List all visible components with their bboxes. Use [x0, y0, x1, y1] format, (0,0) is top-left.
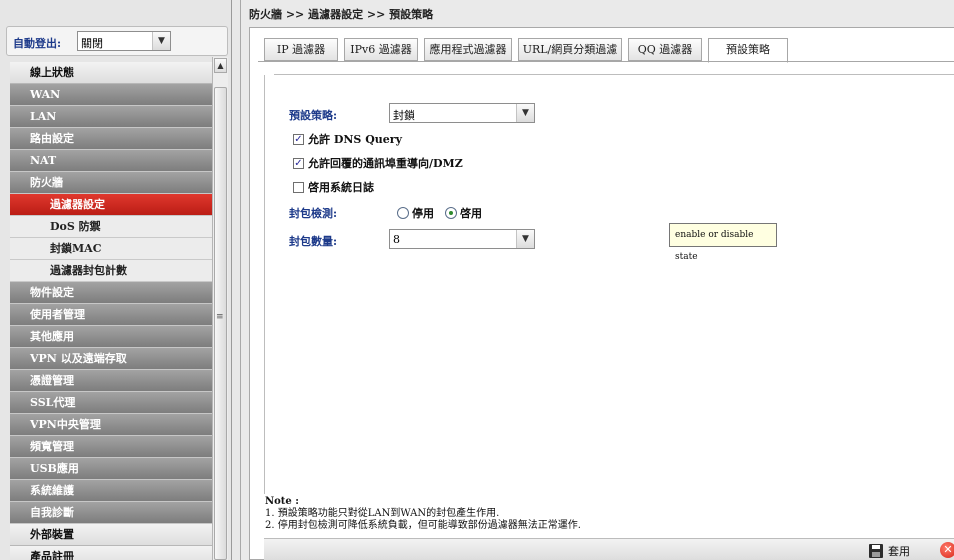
radio-disable-dot[interactable]: [397, 207, 409, 219]
syslog-checkbox[interactable]: [293, 181, 304, 193]
radio-enable-dot[interactable]: [445, 207, 457, 219]
sidebar-item-diagnostics[interactable]: 自我診斷: [10, 502, 212, 524]
tab-url-filter[interactable]: URL/網頁分類過濾: [518, 38, 622, 61]
packet-count-value: 8: [393, 233, 400, 246]
syslog-row[interactable]: 啓用系統日誌: [293, 179, 374, 195]
auto-logout-select[interactable]: 關閉 ▼: [77, 31, 171, 51]
tab-divider: [258, 61, 954, 62]
policy-value: 封鎖: [393, 109, 415, 122]
allow-redirect-row[interactable]: ✓ 允許回覆的通訊埠重導向/DMZ: [293, 155, 463, 171]
arrow-up-icon[interactable]: ▲: [214, 58, 227, 73]
notes: Note : 1. 預設策略功能只對從LAN到WAN的封包產生作用. 2. 停用…: [265, 496, 581, 532]
sidebar-item-dos-defense[interactable]: DoS 防禦: [10, 216, 212, 238]
auto-logout-value: 關閉: [81, 37, 103, 50]
sidebar-item-filter-setup[interactable]: 過濾器設定: [10, 194, 212, 216]
notes-line-2: 2. 停用封包檢測可降低系統負載，但可能導致部份過濾器無法正常運作.: [265, 520, 581, 531]
apply-button[interactable]: 套用: [869, 543, 910, 559]
policy-select[interactable]: 封鎖 ▼: [389, 103, 535, 123]
sidebar-item-firewall[interactable]: 防火牆: [10, 172, 212, 194]
auto-logout-bar: 自動登出: 關閉 ▼: [6, 26, 228, 56]
sidebar-scrollbar[interactable]: ▲ ≡: [212, 57, 228, 560]
breadcrumb: 防火牆 >> 過濾器設定 >> 預設策略: [249, 8, 434, 21]
auto-logout-label: 自動登出:: [13, 37, 62, 50]
chevron-down-icon[interactable]: ▼: [516, 230, 534, 248]
tab-ipv6-filter[interactable]: IPv6 過濾器: [344, 38, 418, 61]
footer-bar: 套用 ✕: [264, 538, 954, 560]
packet-count-select[interactable]: 8 ▼: [389, 229, 535, 249]
tab-default-policy[interactable]: 預設策略: [708, 38, 788, 63]
sidebar-menu: 線上狀態 WAN LAN 路由設定 NAT 防火牆 過濾器設定 DoS 防禦 封…: [10, 62, 212, 560]
tab-app-filter[interactable]: 應用程式過濾器: [424, 38, 512, 61]
sidebar-item-bandwidth[interactable]: 頻寬管理: [10, 436, 212, 458]
apply-label: 套用: [888, 545, 910, 558]
sidebar-item-objects[interactable]: 物件設定: [10, 282, 212, 304]
sidebar-item-wan[interactable]: WAN: [10, 84, 212, 106]
main-pane: 防火牆 >> 過濾器設定 >> 預設策略 IP 過濾器 IPv6 過濾器 應用程…: [240, 0, 954, 560]
sidebar-item-certificates[interactable]: 憑證管理: [10, 370, 212, 392]
content-panel: IP 過濾器 IPv6 過濾器 應用程式過濾器 URL/網頁分類過濾 QQ 過濾…: [249, 27, 954, 560]
allow-dns-label: 允許 DNS Query: [308, 133, 402, 146]
scrollbar-thumb[interactable]: [214, 87, 227, 560]
sidebar-item-ssl-proxy[interactable]: SSL代理: [10, 392, 212, 414]
notes-title: Note :: [265, 496, 299, 507]
sidebar-item-online-status[interactable]: 線上狀態: [10, 62, 212, 84]
sidebar-item-nat[interactable]: NAT: [10, 150, 212, 172]
sidebar-item-maintenance[interactable]: 系統維護: [10, 480, 212, 502]
scroll-grip-icon: ≡: [216, 312, 224, 322]
sidebar-item-vpn-central[interactable]: VPN中央管理: [10, 414, 212, 436]
allow-dns-row[interactable]: ✓ 允許 DNS Query: [293, 131, 402, 147]
sidebar-item-usb[interactable]: USB應用: [10, 458, 212, 480]
sidebar-item-filter-packet-count[interactable]: 過濾器封包計數: [10, 260, 212, 282]
radio-enable-label: 啓用: [460, 207, 482, 220]
chevron-down-icon[interactable]: ▼: [152, 32, 170, 50]
sidebar-item-user-management[interactable]: 使用者管理: [10, 304, 212, 326]
tab-ip-filter[interactable]: IP 過濾器: [264, 38, 338, 61]
sidebar-item-routing[interactable]: 路由設定: [10, 128, 212, 150]
policy-form: 預設策略: 封鎖 ▼ ✓ 允許 DNS Query ✓ 允許回覆的通訊埠重導向/…: [264, 74, 954, 494]
policy-label: 預設策略:: [289, 109, 338, 122]
tooltip: enable or disable state: [669, 223, 777, 262]
allow-redirect-label: 允許回覆的通訊埠重導向/DMZ: [308, 157, 463, 170]
sidebar: 自動登出: 關閉 ▼ 線上狀態 WAN LAN 路由設定 NAT 防火牆 過濾器…: [0, 0, 232, 560]
packet-count-label: 封包數量:: [289, 235, 338, 248]
radio-disable[interactable]: 停用: [397, 205, 434, 221]
packet-check-label: 封包檢測:: [289, 207, 338, 220]
sidebar-item-applications[interactable]: 其他應用: [10, 326, 212, 348]
sidebar-item-vpn-remote[interactable]: VPN 以及遠端存取: [10, 348, 212, 370]
notes-line-1: 1. 預設策略功能只對從LAN到WAN的封包產生作用.: [265, 508, 500, 519]
sidebar-item-product-registration[interactable]: 產品註冊: [10, 546, 212, 560]
sidebar-item-lan[interactable]: LAN: [10, 106, 212, 128]
sidebar-item-mac-block[interactable]: 封鎖MAC: [10, 238, 212, 260]
cancel-icon[interactable]: ✕: [940, 542, 954, 558]
radio-disable-label: 停用: [412, 207, 434, 220]
chevron-down-icon[interactable]: ▼: [516, 104, 534, 122]
allow-redirect-checkbox[interactable]: ✓: [293, 157, 304, 169]
allow-dns-checkbox[interactable]: ✓: [293, 133, 304, 145]
tab-qq-filter[interactable]: QQ 過濾器: [628, 38, 702, 61]
radio-enable[interactable]: 啓用: [445, 205, 482, 221]
syslog-label: 啓用系統日誌: [308, 181, 374, 194]
save-icon: [869, 544, 883, 558]
sidebar-item-external-devices[interactable]: 外部裝置: [10, 524, 212, 546]
